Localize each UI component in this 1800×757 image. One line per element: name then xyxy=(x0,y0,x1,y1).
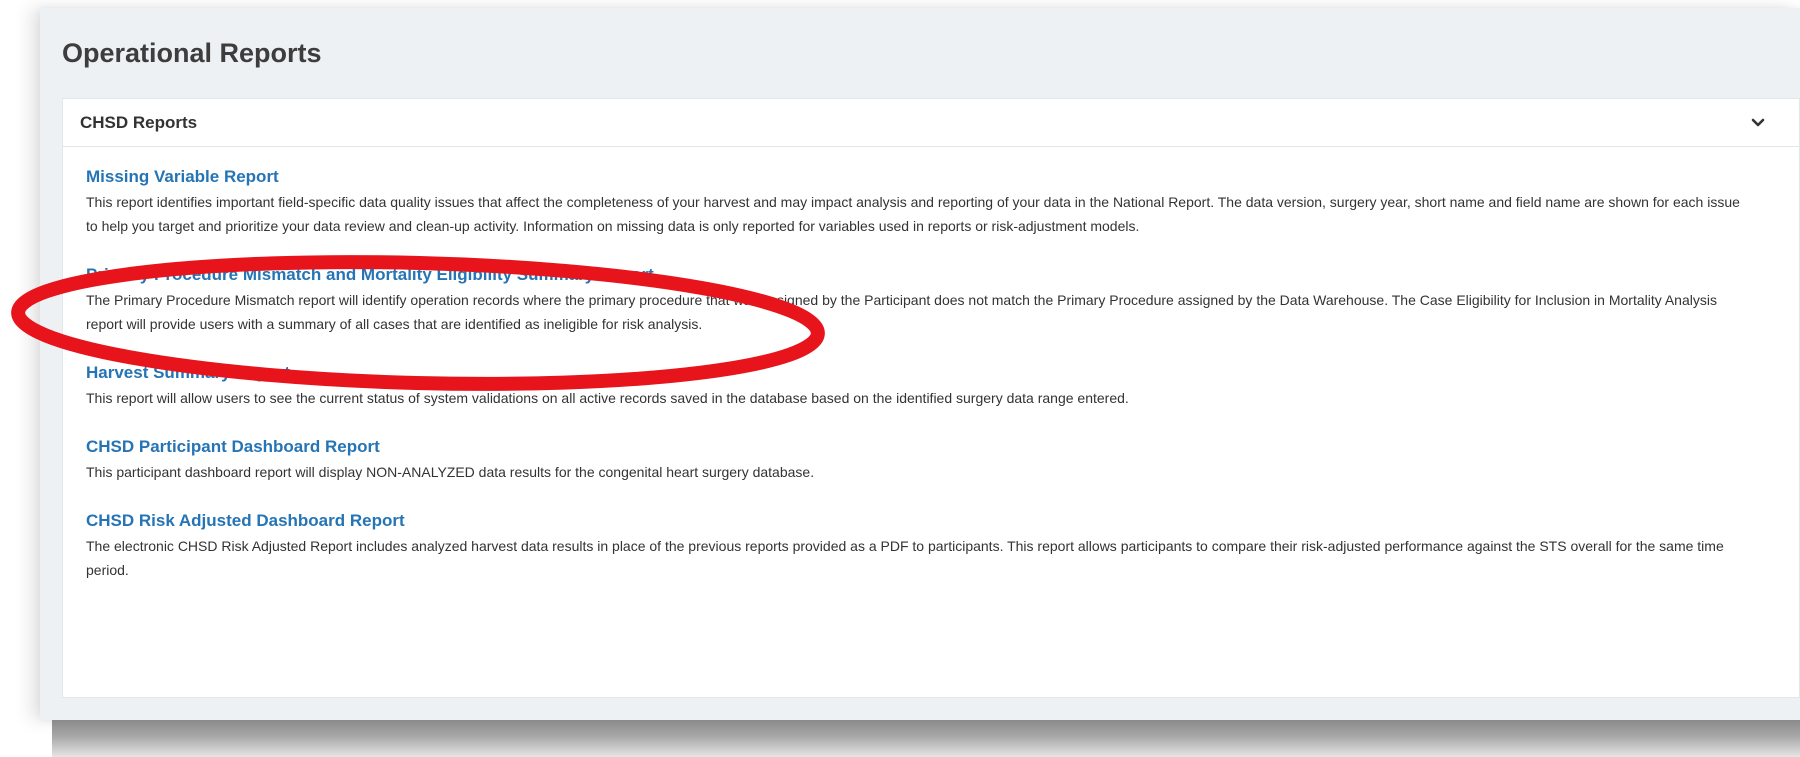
report-description: The electronic CHSD Risk Adjusted Report… xyxy=(86,538,1724,578)
report-item: Missing Variable Report This report iden… xyxy=(86,167,1779,238)
bottom-shadow xyxy=(52,720,1800,757)
participant-dashboard-report-link[interactable]: CHSD Participant Dashboard Report xyxy=(86,437,380,457)
report-item: Harvest Summary Report This report will … xyxy=(86,363,1779,410)
panel-header[interactable]: CHSD Reports xyxy=(63,99,1799,147)
chsd-reports-panel: CHSD Reports Missing Variable Report Thi… xyxy=(62,98,1800,698)
panel-body: Missing Variable Report This report iden… xyxy=(63,147,1799,582)
chevron-down-icon[interactable] xyxy=(1747,112,1769,134)
report-description: This report identifies important field-s… xyxy=(86,194,1740,234)
primary-procedure-mismatch-report-link[interactable]: Primary Procedure Mismatch and Mortality… xyxy=(86,265,654,285)
missing-variable-report-link[interactable]: Missing Variable Report xyxy=(86,167,279,187)
screenshot-frame: Operational Reports CHSD Reports Missing… xyxy=(40,8,1800,720)
report-description: This report will allow users to see the … xyxy=(86,390,1129,406)
risk-adjusted-dashboard-report-link[interactable]: CHSD Risk Adjusted Dashboard Report xyxy=(86,511,405,531)
report-description: This participant dashboard report will d… xyxy=(86,464,815,480)
harvest-summary-report-link[interactable]: Harvest Summary Report xyxy=(86,363,290,383)
report-description: The Primary Procedure Mismatch report wi… xyxy=(86,292,1717,332)
report-item: CHSD Participant Dashboard Report This p… xyxy=(86,437,1779,484)
page-title: Operational Reports xyxy=(62,38,322,68)
report-item: CHSD Risk Adjusted Dashboard Report The … xyxy=(86,511,1779,582)
report-item: Primary Procedure Mismatch and Mortality… xyxy=(86,265,1779,336)
panel-title: CHSD Reports xyxy=(80,112,198,132)
